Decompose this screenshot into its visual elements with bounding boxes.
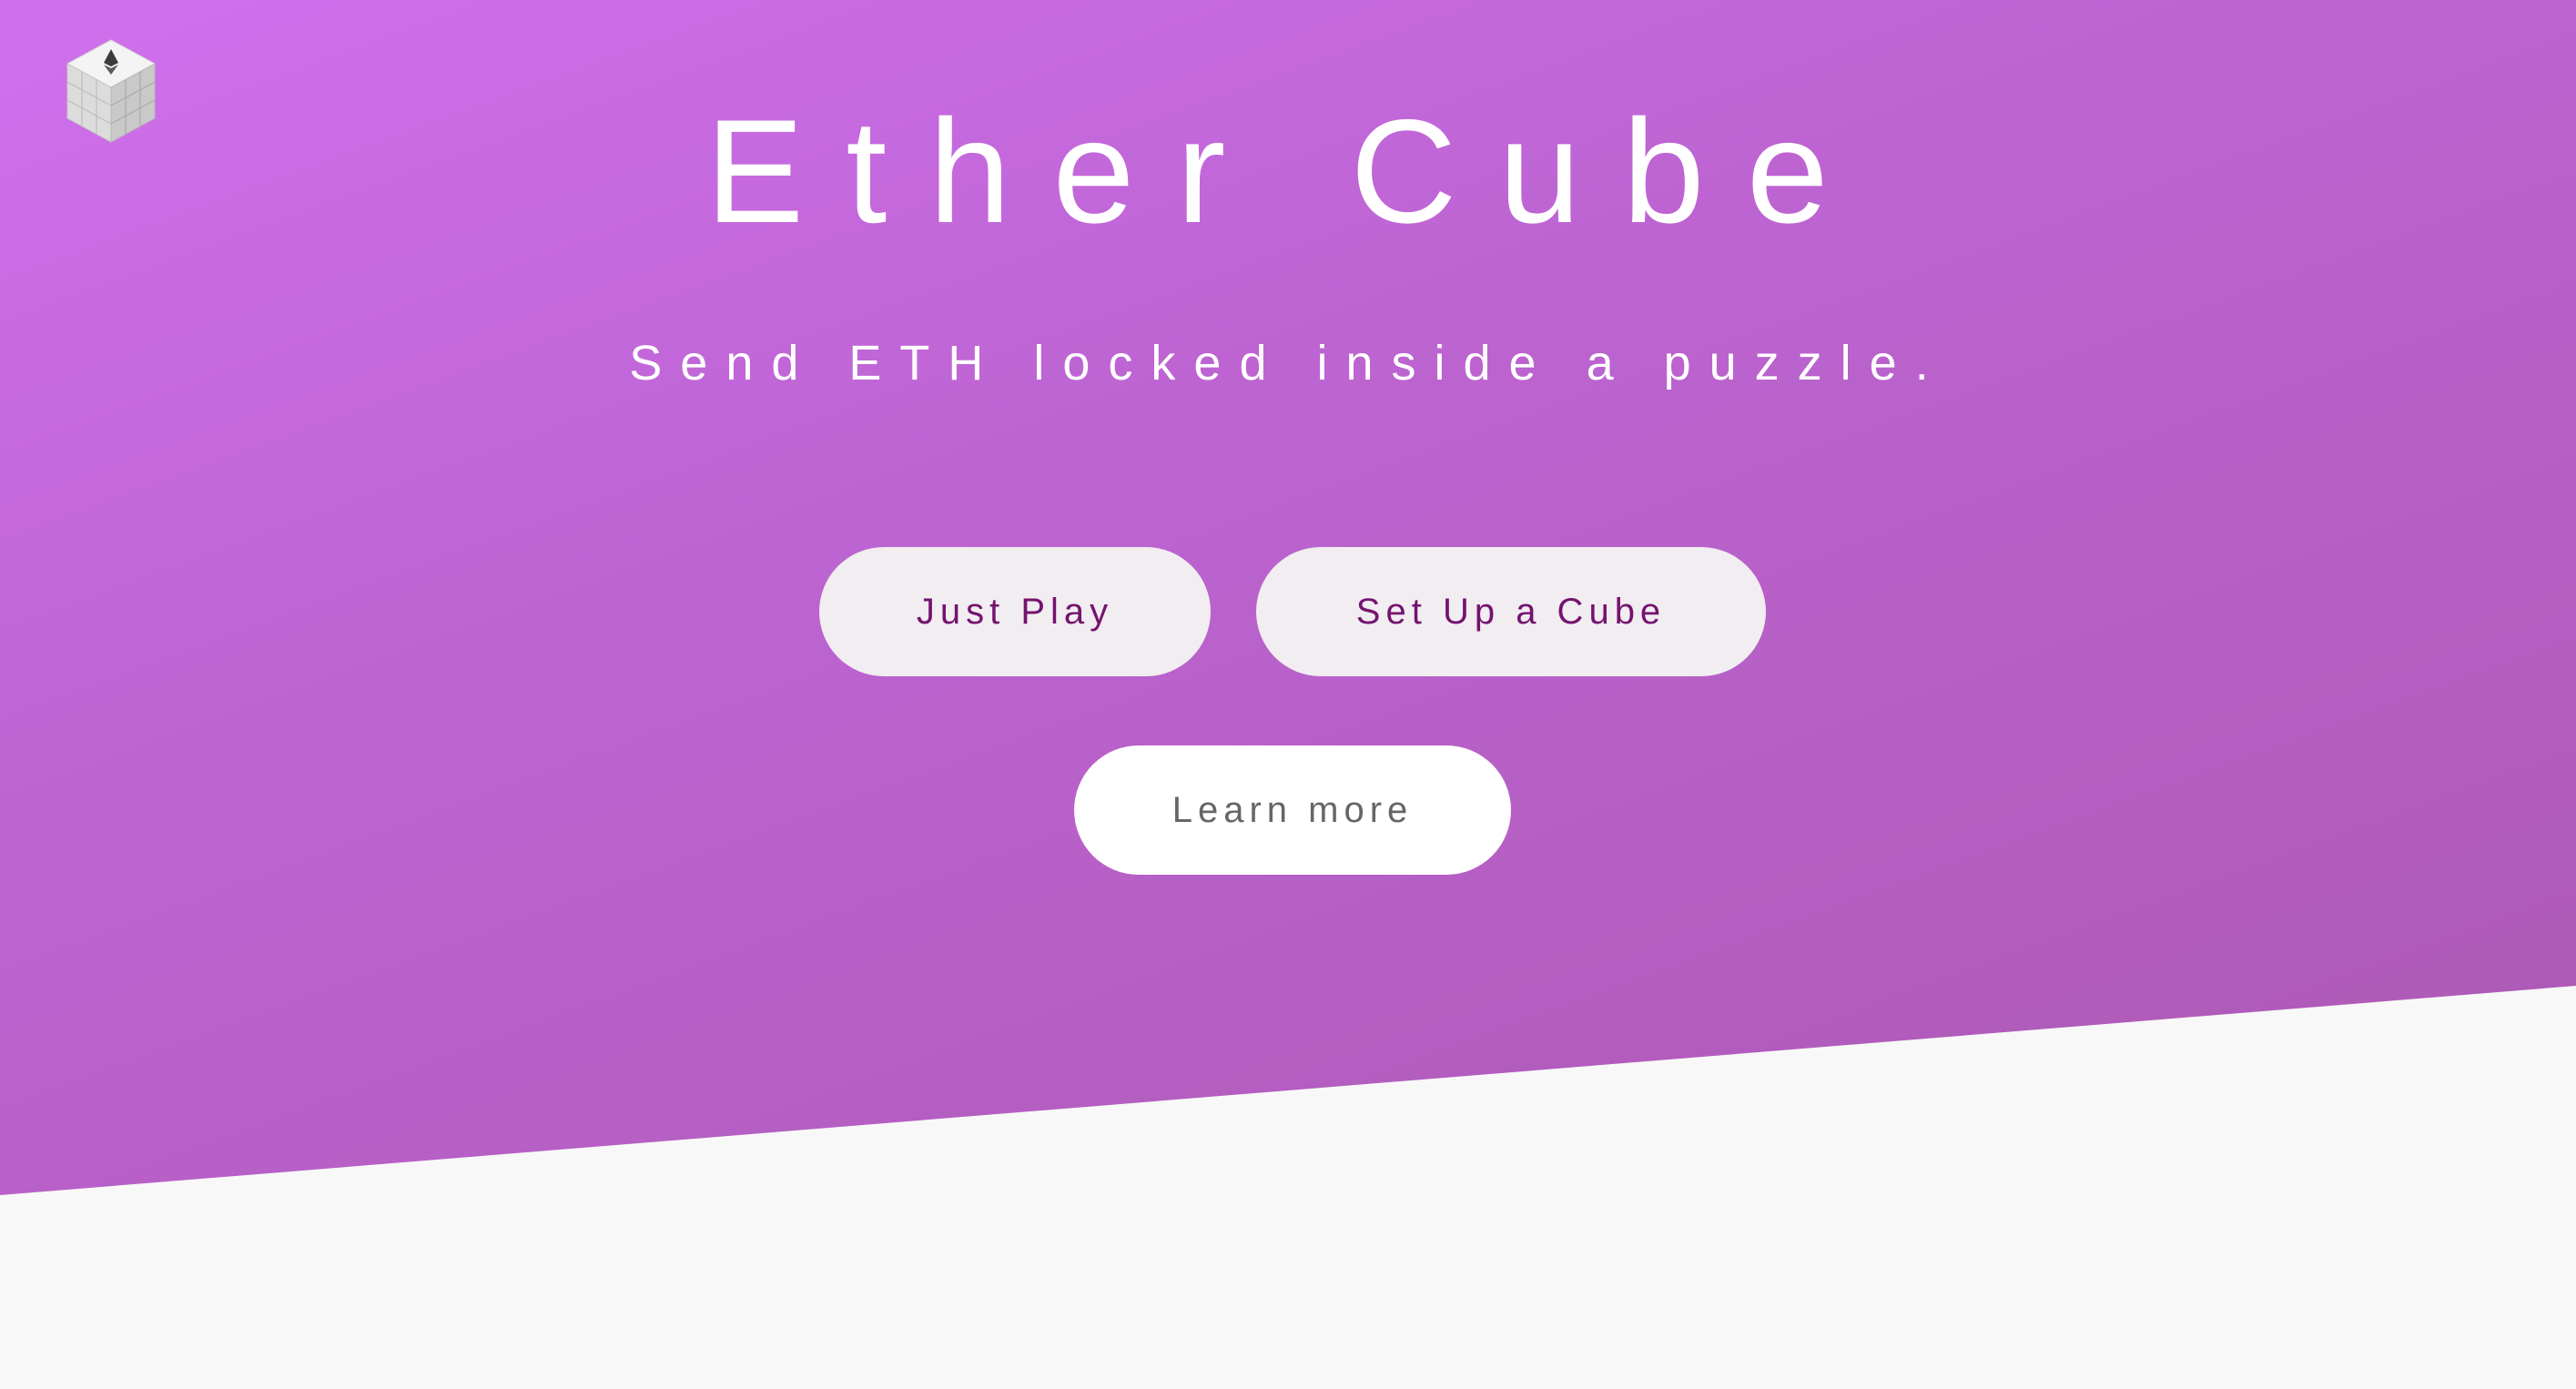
just-play-button[interactable]: Just Play [819, 547, 1211, 676]
set-up-cube-button[interactable]: Set Up a Cube [1256, 547, 1766, 676]
page-subtitle: Send ETH locked inside a puzzle. [629, 336, 1947, 390]
page-title: Ether Cube [705, 89, 1871, 254]
learn-more-button[interactable]: Learn more [1074, 745, 1511, 875]
landing-page: Ether Cube Send ETH locked inside a puzz… [0, 0, 2576, 1389]
